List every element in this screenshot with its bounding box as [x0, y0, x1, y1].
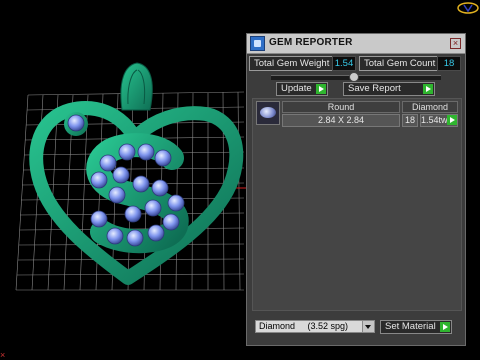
set-material-button[interactable]: Set Material	[380, 320, 452, 334]
go-icon	[447, 115, 457, 125]
title-bar[interactable]: GEM REPORTER ×	[247, 34, 465, 54]
gizmo-icon	[457, 2, 479, 14]
set-material-label: Set Material	[385, 321, 436, 332]
splitter-handle[interactable]	[349, 72, 359, 82]
material-select[interactable]: Diamond (3.52 spg)	[255, 320, 375, 333]
axis-x-icon: ×	[0, 350, 6, 360]
save-report-label: Save Report	[348, 83, 401, 94]
go-icon	[316, 84, 326, 94]
gem-weight-cell[interactable]: 1.54tw	[420, 114, 458, 127]
total-gem-weight-value: 1.54	[332, 56, 356, 71]
window-title: GEM REPORTER	[269, 37, 353, 48]
update-button[interactable]: Update	[276, 82, 328, 96]
update-label: Update	[281, 83, 312, 94]
go-icon	[423, 84, 433, 94]
column-header-shape: Round	[282, 101, 400, 113]
save-report-button[interactable]: Save Report	[343, 82, 435, 96]
gem-reporter-icon	[250, 36, 265, 51]
gem-size-cell: 2.84 X 2.84	[282, 114, 400, 127]
chevron-down-icon[interactable]	[362, 321, 374, 332]
column-header-material: Diamond	[402, 101, 458, 113]
go-icon	[440, 322, 450, 332]
total-gem-count-value: 18	[437, 56, 461, 71]
gem-count-cell: 18	[402, 114, 418, 127]
close-icon[interactable]: ×	[450, 38, 461, 49]
round-diamond-icon	[256, 101, 280, 125]
gem-list[interactable]: Round Diamond 2.84 X 2.84 18 1.54tw	[252, 98, 462, 311]
pendant-bail	[120, 62, 153, 111]
gem-weight-value: 1.54tw	[421, 115, 448, 125]
material-select-value: Diamond (3.52 spg)	[259, 321, 349, 331]
panel-splitter[interactable]	[271, 72, 441, 82]
